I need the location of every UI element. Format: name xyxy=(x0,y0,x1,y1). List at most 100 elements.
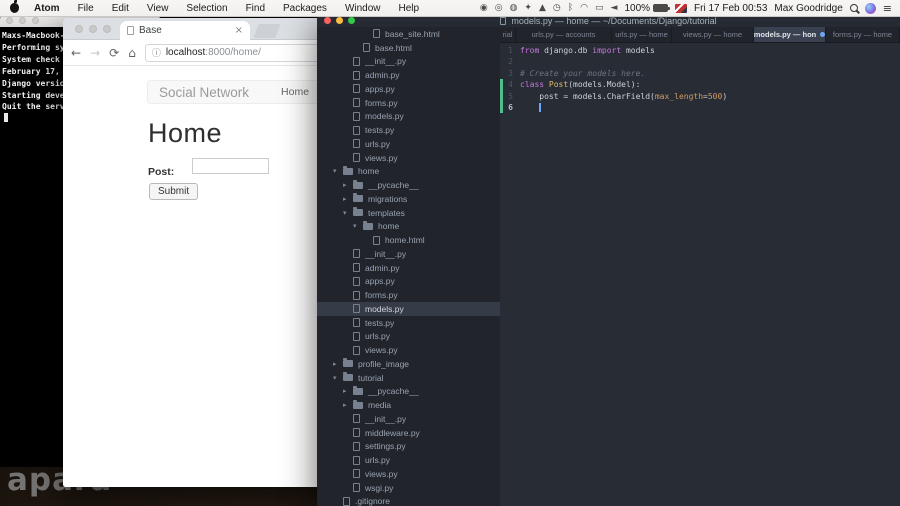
site-brand[interactable]: Social Network xyxy=(159,85,249,100)
tree-item-__init__.py[interactable]: __init__.py xyxy=(317,55,500,69)
editor-tab[interactable]: forms.py — home xyxy=(826,27,900,42)
apple-icon[interactable] xyxy=(10,0,19,13)
menubar-clock[interactable]: Fri 17 Feb 00:53 xyxy=(694,3,767,14)
tree-item-apps.py[interactable]: apps.py xyxy=(317,275,500,289)
tree-item-forms.py[interactable]: forms.py xyxy=(317,288,500,302)
tree-item-tests.py[interactable]: tests.py xyxy=(317,123,500,137)
tree-item-media[interactable]: ▸ media xyxy=(317,398,500,412)
tree-item-tests.py[interactable]: tests.py xyxy=(317,316,500,330)
tree-item-tutorial[interactable]: ▾ tutorial xyxy=(317,371,500,385)
terminal-minimize-icon[interactable] xyxy=(19,17,26,24)
chevron-down-icon: ▾ xyxy=(343,208,347,217)
tree-item-__init__.py[interactable]: __init__.py xyxy=(317,412,500,426)
menu-edit[interactable]: Edit xyxy=(103,0,138,17)
tree-item-templates[interactable]: ▾ templates xyxy=(317,206,500,220)
tree-item-admin.py[interactable]: admin.py xyxy=(317,68,500,82)
home-icon[interactable]: ⌂ xyxy=(128,47,136,59)
file-icon xyxy=(353,345,360,355)
browser-tab[interactable]: Base × xyxy=(120,21,250,40)
browser-zoom-icon[interactable] xyxy=(103,25,111,33)
submit-button[interactable]: Submit xyxy=(149,183,199,200)
app-icon[interactable]: ✦ xyxy=(524,0,532,17)
menu-selection[interactable]: Selection xyxy=(177,0,236,17)
browser-minimize-icon[interactable] xyxy=(89,25,97,33)
tree-item-label: urls.py xyxy=(365,331,391,342)
editor-tab[interactable]: models.py — hon xyxy=(754,27,826,42)
tree-item-base_site.html[interactable]: base_site.html xyxy=(317,27,500,41)
time-machine-icon[interactable]: ◷ xyxy=(553,0,561,17)
tree-item-urls.py[interactable]: urls.py xyxy=(317,453,500,467)
code-line: 2 xyxy=(500,56,900,67)
siri-icon[interactable] xyxy=(864,2,876,14)
tree-item-base.html[interactable]: base.html xyxy=(317,41,500,55)
terminal-close-icon[interactable] xyxy=(6,17,13,24)
tree-item-.gitignore[interactable]: .gitignore xyxy=(317,495,500,506)
atom-close-icon[interactable] xyxy=(324,17,331,24)
menu-file[interactable]: File xyxy=(69,0,103,17)
notification-center-icon[interactable]: ≡ xyxy=(883,2,892,15)
tree-item-profile_image[interactable]: ▸ profile_image xyxy=(317,357,500,371)
tree-item-urls.py[interactable]: urls.py xyxy=(317,137,500,151)
tree-item-migrations[interactable]: ▸ migrations xyxy=(317,192,500,206)
bluetooth-icon[interactable]: ᛒ xyxy=(568,0,573,17)
nav-link-home[interactable]: Home xyxy=(281,86,309,98)
file-icon xyxy=(343,496,350,506)
tab-label: views.py — home xyxy=(682,30,743,39)
new-tab-button[interactable] xyxy=(253,24,281,38)
editor-tab[interactable]: urls.py — home xyxy=(612,27,672,42)
menu-atom[interactable]: Atom xyxy=(25,0,69,17)
tree-item-views.py[interactable]: views.py xyxy=(317,343,500,357)
menu-packages[interactable]: Packages xyxy=(274,0,336,17)
browser-close-icon[interactable] xyxy=(75,25,83,33)
battery-indicator[interactable]: 100% xyxy=(624,3,671,14)
tree-item-wsgi.py[interactable]: wsgi.py xyxy=(317,481,500,495)
tree-item-models.py[interactable]: models.py xyxy=(317,110,500,124)
tree-item-settings.py[interactable]: settings.py xyxy=(317,440,500,454)
tree-item-__pycache__[interactable]: ▸ __pycache__ xyxy=(317,385,500,399)
editor-tab[interactable]: rial xyxy=(500,27,516,42)
tree-item-__init__.py[interactable]: __init__.py xyxy=(317,247,500,261)
tree-item-__pycache__[interactable]: ▸ __pycache__ xyxy=(317,178,500,192)
terminal-zoom-icon[interactable] xyxy=(32,17,39,24)
editor-tab[interactable]: urls.py — accounts xyxy=(516,27,612,42)
forward-icon[interactable]: → xyxy=(90,47,100,59)
tree-item-admin.py[interactable]: admin.py xyxy=(317,261,500,275)
tree-item-forms.py[interactable]: forms.py xyxy=(317,96,500,110)
menu-find[interactable]: Find xyxy=(237,0,274,17)
tree-item-models.py[interactable]: models.py xyxy=(317,302,500,316)
post-input[interactable] xyxy=(192,158,269,174)
spotlight-search-icon[interactable] xyxy=(849,4,858,12)
menu-help[interactable]: Help xyxy=(390,0,429,17)
menubar-user[interactable]: Max Goodridge xyxy=(774,3,842,14)
globe-icon[interactable]: ◎ xyxy=(495,0,503,17)
swirl-icon[interactable]: ◍ xyxy=(510,0,518,17)
code-editor[interactable]: 1 from django.db import models 2 3 # Create … xyxy=(500,43,900,506)
reload-icon[interactable]: ⟳ xyxy=(109,47,119,59)
tree-item-views.py[interactable]: views.py xyxy=(317,151,500,165)
keyboard-layout-flag-icon[interactable] xyxy=(675,3,688,13)
atom-zoom-icon[interactable] xyxy=(348,17,355,24)
back-icon[interactable]: ← xyxy=(71,47,81,59)
menu-window[interactable]: Window xyxy=(336,0,390,17)
tree-item-apps.py[interactable]: apps.py xyxy=(317,82,500,96)
airplay-icon[interactable]: ▭ xyxy=(595,0,604,17)
tree-item-home[interactable]: ▾ home xyxy=(317,220,500,234)
tree-item-home[interactable]: ▾ home xyxy=(317,165,500,179)
play-icon[interactable]: ▲ xyxy=(539,0,546,17)
wifi-icon[interactable]: ◠ xyxy=(580,0,588,17)
record-icon[interactable]: ◉ xyxy=(480,0,488,17)
atom-window: models.py — home — ~/Documents/Django/tu… xyxy=(317,14,900,506)
site-info-icon[interactable]: ⓘ xyxy=(152,46,161,59)
editor-tab[interactable]: views.py — home xyxy=(672,27,754,42)
tree-item-views.py[interactable]: views.py xyxy=(317,467,500,481)
status-icons: ◉ ◎ ◍ ✦ ▲ ◷ ᛒ ◠ ▭ ◄ xyxy=(480,0,618,17)
tree-item-middleware.py[interactable]: middleware.py xyxy=(317,426,500,440)
tree-item-home.html[interactable]: home.html xyxy=(317,233,500,247)
tab-close-icon[interactable]: × xyxy=(235,25,243,36)
file-icon xyxy=(373,235,380,245)
atom-minimize-icon[interactable] xyxy=(336,17,343,24)
menu-view[interactable]: View xyxy=(138,0,178,17)
tree-item-urls.py[interactable]: urls.py xyxy=(317,330,500,344)
folder-icon xyxy=(353,193,363,203)
volume-icon[interactable]: ◄ xyxy=(611,0,618,17)
